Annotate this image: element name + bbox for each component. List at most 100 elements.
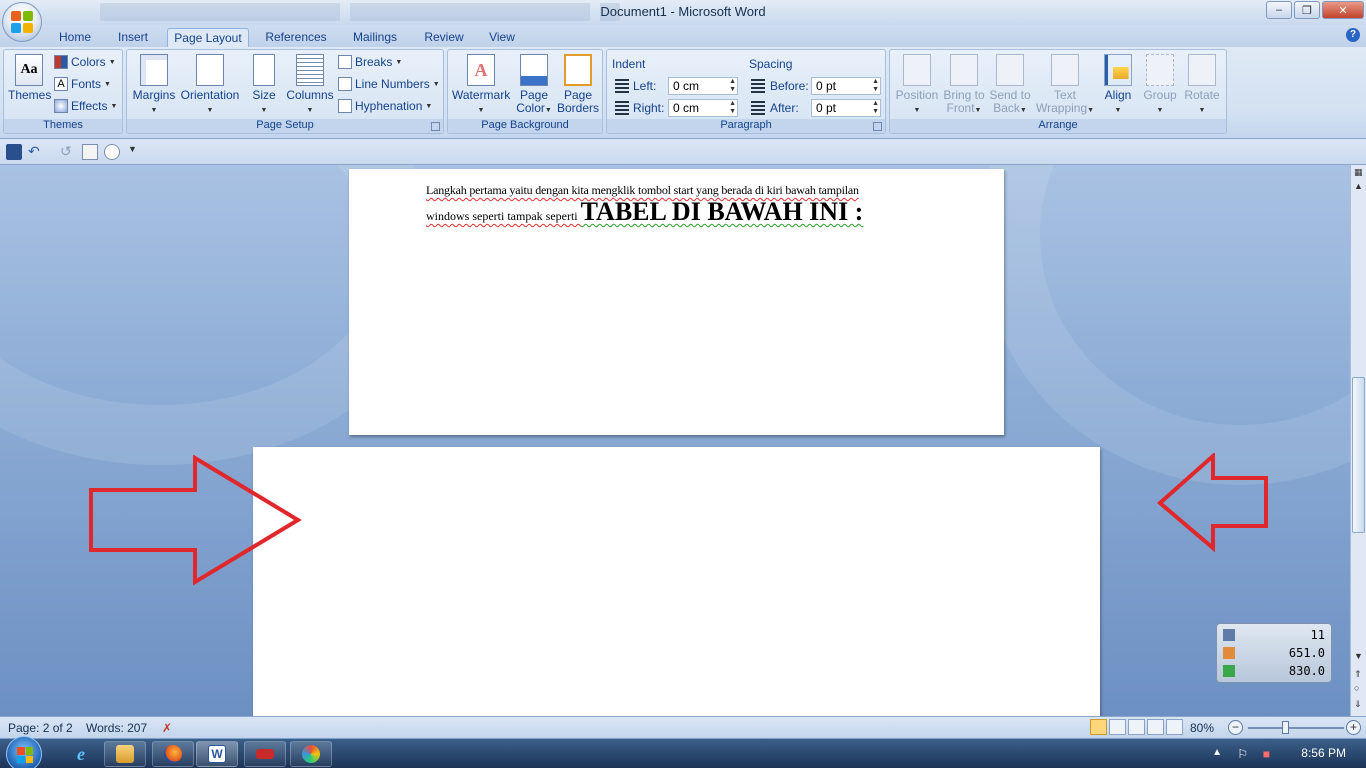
bring-to-front-button[interactable]: Bring to Front▼ (940, 54, 988, 117)
rotate-button[interactable]: Rotate ▼ (1182, 54, 1222, 117)
previous-page-icon[interactable]: ⇑ (1354, 669, 1362, 680)
clock[interactable]: 8:56 PM (1301, 746, 1346, 760)
title-bar: Document1 - Microsoft Word – ❐ ✕ (0, 0, 1366, 25)
tab-references[interactable]: References (262, 28, 330, 47)
page-borders-button[interactable]: Page Borders (556, 54, 600, 115)
outline-view-icon[interactable] (1147, 719, 1164, 735)
document-page-1[interactable]: Langkah pertama yaitu dengan kita mengkl… (349, 169, 1004, 435)
page-setup-group: Margins ▼ Orientation ▼ Size ▼ Columns ▼ Bre… (126, 49, 444, 134)
next-page-icon[interactable]: ⇓ (1354, 699, 1362, 710)
size-button[interactable]: Size ▼ (247, 54, 281, 117)
spinner-arrows-icon[interactable]: ▲ ▼ (729, 100, 736, 116)
help-icon[interactable]: ? (1346, 28, 1360, 42)
app-icon[interactable] (244, 741, 286, 767)
network-status-icon[interactable]: ■ (1263, 747, 1270, 761)
spelling-icon[interactable] (82, 144, 98, 160)
group-button[interactable]: Group ▼ (1140, 54, 1180, 117)
page-count[interactable]: Page: 2 of 2 (8, 721, 73, 735)
save-icon[interactable] (6, 144, 22, 160)
draft-view-icon[interactable] (1166, 719, 1183, 735)
gadget-row-2: 651.0 (1223, 645, 1325, 662)
microsoft-word-icon[interactable]: W (196, 741, 238, 767)
effects-icon (54, 99, 68, 113)
file-explorer-icon[interactable] (104, 741, 146, 767)
tab-review[interactable]: Review (418, 28, 470, 47)
tab-mailings[interactable]: Mailings (344, 28, 406, 47)
full-screen-reading-view-icon[interactable] (1109, 719, 1126, 735)
start-button[interactable] (6, 736, 42, 768)
spinner-arrows-icon[interactable]: ▲ ▼ (729, 78, 736, 94)
internet-explorer-icon[interactable]: e (60, 741, 102, 767)
indent-right-input[interactable]: 0 cm ▲ ▼ (668, 99, 738, 117)
document-paragraph[interactable]: Langkah pertama yaitu dengan kita mengkl… (426, 181, 946, 229)
align-button[interactable]: Align ▼ (1098, 54, 1138, 117)
spinner-arrows-icon[interactable]: ▲ ▼ (872, 100, 879, 116)
effects-button[interactable]: Effects ▼ (54, 97, 117, 115)
send-to-back-icon (996, 54, 1024, 86)
close-button[interactable]: ✕ (1322, 1, 1364, 19)
fonts-button[interactable]: A Fonts ▼ (54, 75, 111, 93)
scrollbar-thumb[interactable] (1352, 377, 1365, 533)
minimize-button[interactable]: – (1266, 1, 1292, 19)
redo-icon[interactable]: ↺ (60, 144, 76, 160)
customize-toolbar-icon[interactable]: ▼ (128, 144, 144, 160)
print-preview-icon[interactable] (104, 144, 120, 160)
breaks-button[interactable]: Breaks ▼ (338, 53, 402, 71)
watermark-button[interactable]: A Watermark ▼ (452, 54, 510, 117)
zoom-level[interactable]: 80% (1190, 721, 1214, 735)
text-wrapping-button[interactable]: Text Wrapping▼ (1036, 54, 1094, 117)
ribbon: Aa Themes Colors ▼ A Fonts ▼ Effects ▼ Them… (0, 47, 1366, 139)
tab-view[interactable]: View (482, 28, 522, 47)
undo-icon[interactable]: ↶ (28, 144, 44, 160)
orientation-button[interactable]: Orientation ▼ (179, 54, 241, 117)
show-hidden-icons-icon[interactable]: ▲ (1212, 747, 1222, 758)
paragraph-group: Indent Left: 0 cm ▲ ▼ Right: 0 cm ▲ ▼ Spac… (606, 49, 886, 134)
margins-button[interactable]: Margins ▼ (131, 54, 177, 117)
maximize-button[interactable]: ❐ (1294, 1, 1320, 19)
zoom-in-icon[interactable]: + (1346, 720, 1361, 735)
scroll-up-icon[interactable]: ▲ (1354, 181, 1363, 191)
themes-button[interactable]: Aa Themes (8, 54, 51, 102)
action-center-icon[interactable]: ⚐ (1237, 747, 1248, 761)
breaks-icon (338, 55, 352, 69)
select-browse-object-icon[interactable]: ○ (1354, 683, 1359, 693)
line-numbers-button[interactable]: Line Numbers ▼ (338, 75, 440, 93)
document-page-2[interactable] (253, 447, 1100, 716)
ruler-toggle-icon[interactable]: ▦ (1354, 167, 1363, 178)
themes-icon: Aa (15, 54, 43, 86)
office-button[interactable] (2, 2, 42, 42)
page-color-button[interactable]: Page Color▼ (514, 54, 554, 117)
firefox-icon[interactable] (152, 741, 194, 767)
print-layout-view-icon[interactable] (1090, 719, 1107, 735)
position-button[interactable]: Position ▼ (894, 54, 940, 117)
vertical-scrollbar[interactable]: ▦ ▲ ▼ ⇑ ○ ⇓ (1350, 165, 1366, 716)
line-numbers-icon (338, 77, 352, 91)
indent-left-input[interactable]: 0 cm ▲ ▼ (668, 77, 738, 95)
tab-page-layout[interactable]: Page Layout (167, 28, 249, 47)
tab-home[interactable]: Home (52, 28, 98, 47)
indent-left-label: Left: (633, 79, 657, 93)
status-bar: Page: 2 of 2 Words: 207 ✗ 80% − + (0, 716, 1366, 738)
web-layout-view-icon[interactable] (1128, 719, 1145, 735)
scroll-down-icon[interactable]: ▼ (1354, 651, 1363, 661)
word-count[interactable]: Words: 207 (86, 721, 147, 735)
page-color-icon (520, 54, 548, 86)
paint-icon[interactable] (290, 741, 332, 767)
hyphenation-button[interactable]: Hyphenation ▼ (338, 97, 432, 115)
spacing-after-input[interactable]: 0 pt ▲ ▼ (811, 99, 881, 117)
proofing-icon[interactable]: ✗ (162, 721, 172, 735)
dialog-launcher-icon[interactable] (873, 122, 882, 131)
colors-button[interactable]: Colors ▼ (54, 53, 116, 71)
send-to-back-button[interactable]: Send to Back▼ (988, 54, 1032, 117)
zoom-slider-thumb[interactable] (1282, 721, 1290, 734)
dialog-launcher-icon[interactable] (431, 122, 440, 131)
background-swirl (980, 165, 1350, 485)
quick-access-toolbar: ↶ ↺ ▼ (0, 139, 1366, 165)
columns-button[interactable]: Columns ▼ (285, 54, 335, 117)
tab-insert[interactable]: Insert (110, 28, 156, 47)
spinner-arrows-icon[interactable]: ▲ ▼ (872, 78, 879, 94)
spacing-before-input[interactable]: 0 pt ▲ ▼ (811, 77, 881, 95)
zoom-slider-track[interactable] (1248, 727, 1344, 729)
system-monitor-gadget: 11 651.0 830.0 (1216, 623, 1332, 683)
zoom-out-icon[interactable]: − (1228, 720, 1243, 735)
